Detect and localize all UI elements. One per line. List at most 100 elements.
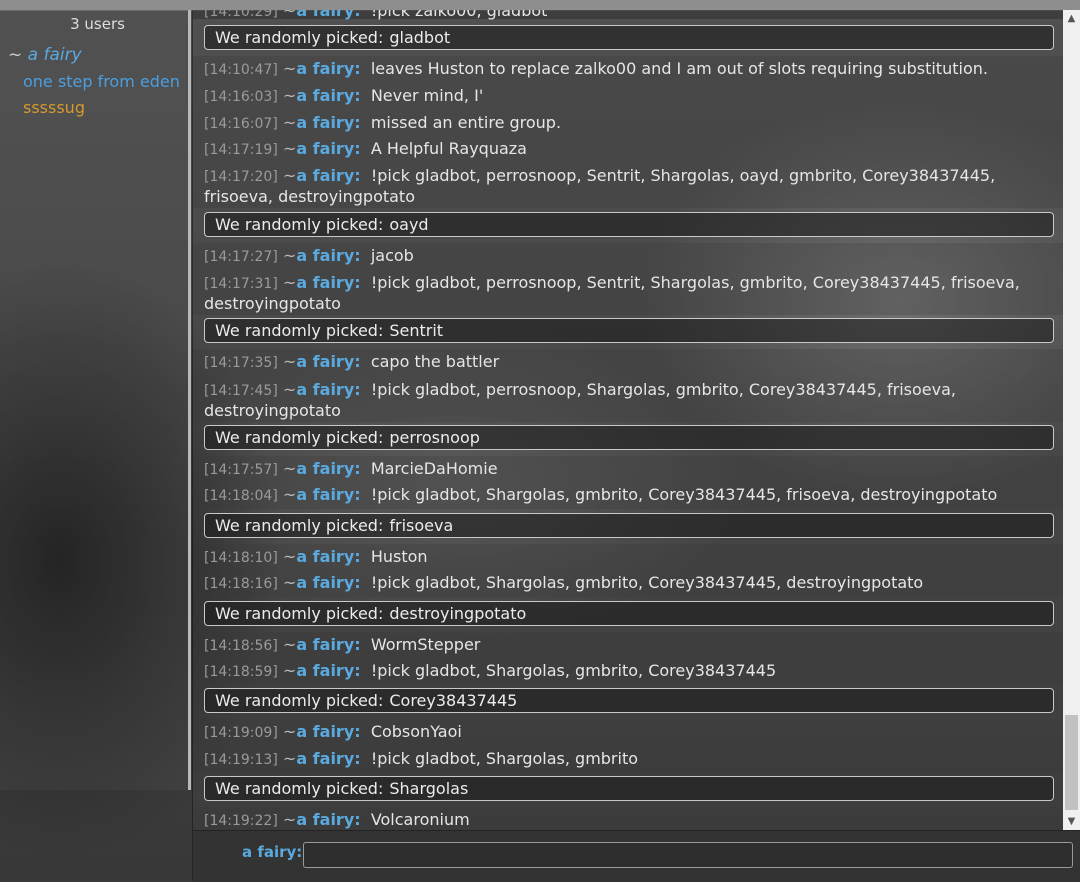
message-text: CobsonYaoi [370,722,462,741]
message-author[interactable]: a fairy: [296,459,360,478]
chat-message: [14:18:10] ~a fairy: Huston [193,544,1063,570]
message-author[interactable]: a fairy: [296,86,360,105]
user-list-item-sssssug[interactable]: sssssug [8,98,85,117]
message-author[interactable]: a fairy: [296,810,360,829]
pick-result: We randomly picked: oayd [204,212,1054,237]
chat-message: [14:18:59] ~a fairy: !pick gladbot, Shar… [193,658,1063,685]
pick-result: We randomly picked: destroyingpotato [204,601,1054,626]
pick-prefix: We randomly picked: [215,604,384,623]
message-author[interactable]: a fairy: [296,661,360,680]
timestamp: [14:17:20] [204,169,278,185]
timestamp: [14:10:47] [204,62,278,78]
user-list-panel [0,10,191,790]
pick-value: perrosnoop [389,428,480,447]
timestamp: [14:19:22] [204,813,278,829]
message-text: Volcaronium [370,810,470,829]
message-text: !pick zalko00, gladbot [370,10,548,20]
user-rank: ~ [8,45,23,65]
message-text: capo the battler [370,352,500,371]
message-text: WormStepper [370,635,481,654]
pick-value: Sentrit [389,321,444,340]
timestamp: [14:16:07] [204,116,278,132]
message-author[interactable]: a fairy: [296,635,360,654]
chat-message: [14:17:45] ~a fairy: !pick gladbot, perr… [193,376,1063,422]
message-input[interactable] [303,842,1073,868]
message-text: !pick gladbot, Shargolas, gmbrito [370,749,639,768]
pick-prefix: We randomly picked: [215,691,384,710]
message-text: Huston [370,547,428,566]
chat-message: [14:10:47] ~a fairy: leaves Huston to re… [193,56,1063,82]
message-text: jacob [370,246,414,265]
message-author[interactable]: a fairy: [296,380,360,399]
user-name: sssssug [23,98,85,117]
timestamp: [14:17:45] [204,383,278,399]
pick-value: Shargolas [389,779,469,798]
pick-prefix: We randomly picked: [215,321,384,340]
pick-result: We randomly picked: Shargolas [204,776,1054,801]
message-author[interactable]: a fairy: [296,485,360,504]
message-text: !pick gladbot, Shargolas, gmbrito, Corey… [370,485,998,504]
timestamp: [14:19:09] [204,725,278,741]
message-author[interactable]: a fairy: [296,139,360,158]
scroll-up-arrow-icon[interactable]: ▲ [1063,10,1080,27]
chat-message: [14:10:29] ~a fairy: !pick zalko00, glad… [193,10,1063,20]
timestamp: [14:18:59] [204,664,278,680]
timestamp: [14:17:31] [204,276,278,292]
message-author[interactable]: a fairy: [296,722,360,741]
message-author[interactable]: a fairy: [296,10,360,20]
chat-message: [14:17:19] ~a fairy: A Helpful Rayquaza [193,135,1063,162]
message-author[interactable]: a fairy: [296,749,360,768]
user-name: a fairy [27,45,82,65]
message-text: Never mind, I' [370,86,484,105]
timestamp: [14:10:29] [204,10,278,20]
message-author[interactable]: a fairy: [296,273,360,292]
message-composer: a fairy: [193,830,1080,882]
chat-scrollbar[interactable]: ▲ ▼ [1063,10,1080,830]
message-author[interactable]: a fairy: [296,547,360,566]
pick-prefix: We randomly picked: [215,516,384,535]
chat-message: [14:16:03] ~a fairy: Never mind, I' [193,82,1063,109]
chat-message: [14:16:07] ~a fairy: missed an entire gr… [193,109,1063,135]
message-author[interactable]: a fairy: [296,352,360,371]
message-text: leaves Huston to replace zalko00 and I a… [370,59,988,78]
pick-prefix: We randomly picked: [215,428,384,447]
pick-result: We randomly picked: perrosnoop [204,425,1054,450]
pick-value: frisoeva [389,516,454,535]
timestamp: [14:18:56] [204,638,278,654]
message-author[interactable]: a fairy: [296,166,360,185]
chat-message: [14:17:35] ~a fairy: capo the battler [193,349,1063,376]
timestamp: [14:17:35] [204,355,278,371]
composer-username: a fairy: [242,843,303,861]
timestamp: [14:17:27] [204,249,278,265]
message-author[interactable]: a fairy: [296,59,360,78]
scrollbar-thumb[interactable] [1065,715,1078,810]
pick-value: Corey38437445 [389,691,518,710]
user-list: 3 users ~ a fairy one step from eden sss… [0,10,193,881]
chat-message: [14:18:04] ~a fairy: !pick gladbot, Shar… [193,482,1063,509]
user-list-item-one-step-from-eden[interactable]: one step from eden [8,72,180,91]
chat-message: [14:18:16] ~a fairy: !pick gladbot, Shar… [193,570,1063,597]
chat-message: [14:17:20] ~a fairy: !pick gladbot, perr… [193,162,1063,208]
user-list-item-a-fairy[interactable]: ~ a fairy [8,45,82,65]
timestamp: [14:17:57] [204,462,278,478]
chat-message: [14:17:31] ~a fairy: !pick gladbot, perr… [193,269,1063,315]
pick-value: gladbot [389,28,451,47]
pick-value: destroyingpotato [389,604,527,623]
message-author[interactable]: a fairy: [296,113,360,132]
timestamp: [14:19:13] [204,752,278,768]
pick-result: We randomly picked: Sentrit [204,318,1054,343]
user-name: one step from eden [23,72,180,91]
timestamp: [14:18:16] [204,576,278,592]
chat-message: [14:17:57] ~a fairy: MarcieDaHomie [193,456,1063,482]
chat-message: [14:17:27] ~a fairy: jacob [193,243,1063,269]
message-author[interactable]: a fairy: [296,246,360,265]
chat-message: [14:19:22] ~a fairy: Volcaronium [193,807,1063,830]
message-text: !pick gladbot, Shargolas, gmbrito, Corey… [370,573,924,592]
timestamp: [14:16:03] [204,89,278,105]
pick-result: We randomly picked: Corey38437445 [204,688,1054,713]
scroll-down-arrow-icon[interactable]: ▼ [1063,813,1080,830]
message-text: !pick gladbot, Shargolas, gmbrito, Corey… [370,661,777,680]
chat-message: [14:19:13] ~a fairy: !pick gladbot, Shar… [193,746,1063,772]
message-author[interactable]: a fairy: [296,573,360,592]
pick-prefix: We randomly picked: [215,779,384,798]
